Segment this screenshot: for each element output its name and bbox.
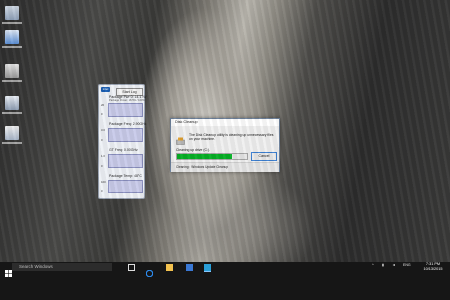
store-icon[interactable] [186,264,193,271]
search-input[interactable]: Search Windows [12,263,112,271]
windows-logo-icon [5,270,12,277]
desktop-icon-label [2,142,22,144]
gadget-section-title: Package Temp: 48°C [109,174,142,178]
gadget-temp-section: Package Temp: 48°C 100 0 [101,174,143,196]
gadget-section-title: Package Freq: 2.90GHz [109,122,147,126]
task-view-icon[interactable] [128,264,135,271]
gadget-scale-top: 20 [101,103,105,107]
cleanup-progress-fill [177,154,232,159]
gadget-scale-bottom: 0 [101,164,103,168]
power-gadget: intel Start Log Package Pwr 0: 14.17W Pa… [98,84,147,199]
cleaning-item: Windows Update Cleanup [191,165,229,169]
intel-logo: intel [101,87,110,92]
dialog-title-bar[interactable]: Disk Cleanup [171,119,279,126]
gadget-section-title: GT Freq: 0.00GHz [109,148,138,152]
cleanup-progress-bar [176,153,248,160]
gadget-scale-bottom: 0 [101,112,103,116]
gadget-graph [108,180,143,193]
gadget-scale-top: 100 [101,180,106,184]
language-indicator[interactable]: ENG [403,263,411,267]
desktop-icon-label [2,112,22,114]
dialog-message: The Disk Cleanup utility is cleaning up … [189,133,274,141]
tray-overflow-icon[interactable]: ^ [372,263,374,267]
taskbar: Search Windows ^ ▮ ◄ ENG 7:31 PM 10/13/2… [0,262,450,300]
network-icon[interactable]: ▮ [382,263,384,267]
desktop-wallpaper: intel Start Log Package Pwr 0: 14.17W Pa… [0,0,450,262]
cleaning-label: Cleaning: Windows Update Cleanup [176,165,229,169]
gadget-scale-top: 3.0 [101,128,105,132]
gadget-graph [108,103,143,117]
start-button[interactable] [5,264,12,277]
desktop-icon-label [2,22,22,24]
gadget-graph [108,154,143,168]
document-icon[interactable] [5,30,19,44]
disk-cleanup-taskbar-icon[interactable] [204,264,211,272]
disk-cleanup-icon [176,132,185,145]
gadget-section-subtitle: Package Power: 18.5% / 100W [109,99,145,102]
gadget-gt-section: GT Freq: 0.00GHz 1.0 0 [101,148,143,170]
file-explorer-icon[interactable] [166,264,173,271]
gadget-graph [108,128,143,142]
gadget-scale-bottom: 0 [101,138,103,142]
gadget-section-title: Package Pwr 0: 14.17W [109,95,147,99]
gadget-scale-top: 1.0 [101,154,105,158]
edge-browser-icon[interactable] [145,264,154,278]
search-tool-icon[interactable] [5,126,19,140]
cleanup-status: Cleaning up drive (C:). [176,148,210,152]
dialog-status-bar: Cleaning: Windows Update Cleanup [171,162,279,172]
disk-cleanup-dialog: Disk Cleanup The Disk Cleanup utility is… [170,118,280,172]
gadget-power-section: Package Pwr 0: 14.17W Package Power: 18.… [101,95,147,117]
gadget-scale-bottom: 0 [101,189,103,193]
cancel-button[interactable]: Cancel [251,152,277,161]
taskbar-clock[interactable]: 7:31 PM 10/13/2015 [418,262,448,271]
clock-date: 10/13/2015 [423,266,443,271]
drive-icon[interactable] [5,64,19,78]
gadget-freq-section: Package Freq: 2.90GHz 3.0 0 [101,122,147,144]
volume-icon[interactable]: ◄ [392,263,395,267]
desktop-icon-label [2,80,22,82]
desktop-icon-label [2,46,22,48]
program-icon[interactable] [5,96,19,110]
recycle-bin-icon[interactable] [5,6,19,20]
dialog-title: Disk Cleanup [175,120,198,124]
start-log-button[interactable]: Start Log [116,88,143,96]
